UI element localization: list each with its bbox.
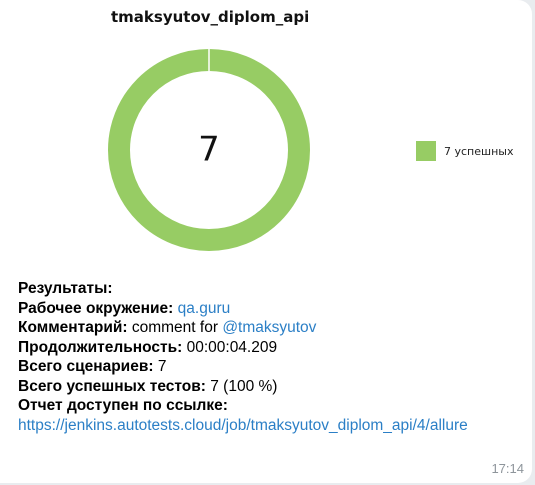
- donut-center-label: 7: [198, 130, 220, 170]
- report-label: Отчет доступен по ссылке:: [18, 397, 228, 414]
- legend-label: 7 успешных: [444, 144, 514, 158]
- env-link[interactable]: qa.guru: [178, 300, 231, 317]
- total-label: Всего сценариев:: [18, 358, 154, 375]
- chart-legend: 7 успешных: [416, 141, 513, 161]
- duration-value: 00:00:04.209: [186, 338, 278, 356]
- duration-label: Продолжительность:: [18, 338, 183, 356]
- passed-value: 7 (100 %): [210, 377, 278, 395]
- legend-swatch: [416, 141, 436, 161]
- mention-link[interactable]: @tmaksyutov: [222, 319, 316, 336]
- message-text: Результаты: Рабочее окружение: qa.guru К…: [18, 279, 533, 435]
- donut-chart: 7: [108, 49, 310, 251]
- report-link[interactable]: https://jenkins.autotests.cloud/job/tmak…: [18, 416, 518, 436]
- message-time: 17:14: [491, 461, 524, 476]
- comment-text: comment for: [131, 319, 218, 336]
- env-label: Рабочее окружение:: [18, 299, 174, 317]
- total-value: 7: [157, 358, 167, 375]
- results-label: Результаты:: [18, 280, 113, 297]
- message-bubble: tmaksyutov_diplom_api 7 7 успешных Резул…: [0, 0, 532, 483]
- comment-label: Комментарий:: [18, 319, 128, 336]
- passed-label: Всего успешных тестов:: [18, 377, 206, 395]
